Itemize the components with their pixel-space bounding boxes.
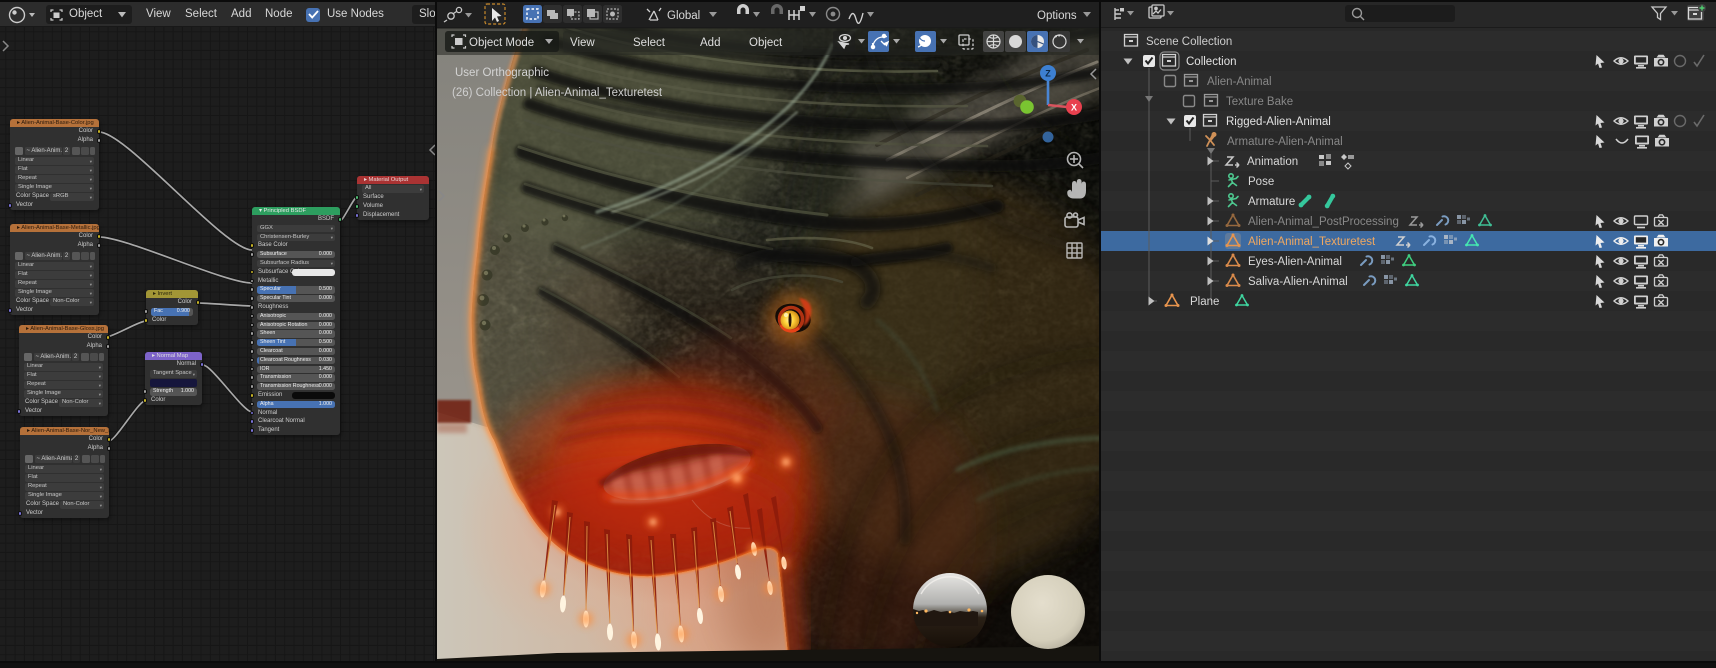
- svg-text:Eyes-Alien-Animal: Eyes-Alien-Animal: [1248, 256, 1342, 268]
- svg-text:Animation: Animation: [1247, 156, 1298, 168]
- svg-text:User Orthographic: User Orthographic: [455, 67, 549, 79]
- svg-text:Texture Bake: Texture Bake: [1226, 96, 1293, 108]
- svg-text:Alien-Animal_Texturetest: Alien-Animal_Texturetest: [1248, 236, 1376, 248]
- svg-text:X: X: [1071, 103, 1077, 113]
- svg-text:Armature: Armature: [1248, 196, 1295, 208]
- svg-text:Add: Add: [700, 37, 720, 49]
- svg-text:Pose: Pose: [1248, 176, 1274, 188]
- svg-text:Options: Options: [1037, 10, 1077, 22]
- svg-text:Object: Object: [749, 37, 783, 49]
- svg-text:Rigged-Alien-Animal: Rigged-Alien-Animal: [1226, 116, 1331, 128]
- svg-text:Alien-Animal_PostProcessing: Alien-Animal_PostProcessing: [1248, 216, 1399, 228]
- svg-text:Object Mode: Object Mode: [469, 37, 534, 49]
- svg-text:Select: Select: [633, 37, 666, 49]
- svg-text:(26) Collection | Alien-Animal: (26) Collection | Alien-Animal_Texturete…: [452, 87, 663, 99]
- svg-text:Z: Z: [1045, 69, 1051, 79]
- svg-text:Collection: Collection: [1186, 56, 1237, 68]
- svg-text:Saliva-Alien-Animal: Saliva-Alien-Animal: [1248, 276, 1348, 288]
- svg-text:Alien-Animal: Alien-Animal: [1207, 76, 1272, 88]
- svg-text:View: View: [570, 37, 595, 49]
- svg-text:Armature-Alien-Animal: Armature-Alien-Animal: [1227, 136, 1343, 148]
- svg-text:Global: Global: [667, 10, 700, 22]
- svg-text:Plane: Plane: [1190, 296, 1219, 308]
- svg-text:Scene Collection: Scene Collection: [1146, 36, 1232, 48]
